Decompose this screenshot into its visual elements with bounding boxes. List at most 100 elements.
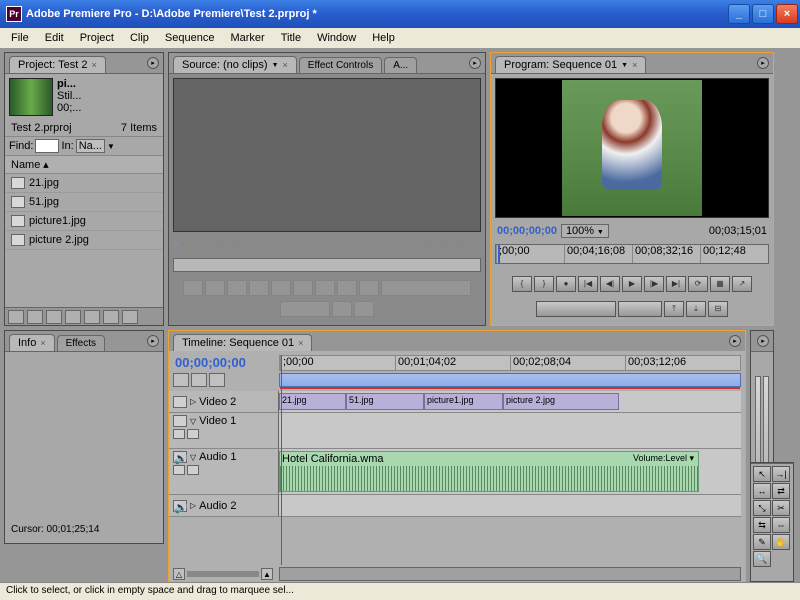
- timeline-clip[interactable]: picture1.jpg: [424, 393, 503, 410]
- pen-tool[interactable]: ✎: [753, 534, 771, 550]
- timeline-clip[interactable]: 21.jpg: [279, 393, 346, 410]
- razor-tool[interactable]: ✂: [772, 500, 790, 516]
- marker-button[interactable]: [227, 280, 247, 296]
- audio-mixer-tab[interactable]: A...: [384, 57, 417, 73]
- close-icon[interactable]: ×: [632, 60, 637, 70]
- timeline-ruler[interactable]: ;00;00 00;01;04;02 00;02;08;04 00;03;12;…: [279, 355, 741, 371]
- safe-margins-button[interactable]: ▦: [710, 276, 730, 292]
- output-button[interactable]: ↗: [732, 276, 752, 292]
- video2-track[interactable]: 21.jpg 51.jpg picture1.jpg picture 2.jpg: [279, 391, 741, 412]
- find-input[interactable]: [35, 139, 59, 153]
- close-icon[interactable]: ×: [298, 338, 303, 348]
- jog-wheel[interactable]: [280, 301, 330, 317]
- minimize-button[interactable]: _: [728, 4, 750, 24]
- track-visibility-toggle[interactable]: [173, 415, 187, 427]
- in-dropdown[interactable]: Na...: [76, 139, 105, 153]
- goto-out-button[interactable]: [337, 280, 357, 296]
- expand-icon[interactable]: ▽: [190, 417, 196, 426]
- audio2-track[interactable]: [279, 495, 741, 516]
- keyframe-button[interactable]: [187, 465, 199, 475]
- close-button[interactable]: ×: [776, 4, 798, 24]
- goto-out-button[interactable]: ▶|: [666, 276, 686, 292]
- effect-controls-tab[interactable]: Effect Controls: [299, 57, 382, 73]
- source-tab[interactable]: Source: (no clips)▼×: [173, 56, 297, 73]
- playhead-icon[interactable]: [498, 245, 500, 263]
- column-name-header[interactable]: Name ▴: [5, 155, 163, 174]
- set-in-button[interactable]: {: [512, 276, 532, 292]
- source-timecode-current[interactable]: 00;00;00;00: [175, 238, 240, 250]
- close-icon[interactable]: ×: [40, 338, 45, 348]
- menu-title[interactable]: Title: [274, 30, 308, 46]
- maximize-button[interactable]: □: [752, 4, 774, 24]
- list-item[interactable]: 21.jpg: [5, 174, 163, 193]
- timeline-clip[interactable]: picture 2.jpg: [503, 393, 619, 410]
- slip-tool[interactable]: ⇆: [753, 517, 771, 533]
- program-timecode-current[interactable]: 00;00;00;00: [497, 225, 557, 237]
- step-back-button[interactable]: [271, 280, 291, 296]
- menu-edit[interactable]: Edit: [38, 30, 71, 46]
- list-view-button[interactable]: [8, 310, 24, 324]
- flyout-icon[interactable]: ▸: [729, 335, 741, 347]
- collapse-icon[interactable]: ▷: [190, 501, 196, 510]
- play-button[interactable]: [293, 280, 313, 296]
- keyframe-button[interactable]: [187, 429, 199, 439]
- zoom-slider[interactable]: [187, 571, 259, 577]
- menu-clip[interactable]: Clip: [123, 30, 156, 46]
- lift-button[interactable]: ⤒: [664, 301, 684, 317]
- zoom-tool[interactable]: 🔍: [753, 551, 771, 567]
- video1-track[interactable]: [279, 413, 741, 448]
- flyout-icon[interactable]: ▸: [147, 57, 159, 69]
- goto-in-button[interactable]: [249, 280, 269, 296]
- close-icon[interactable]: ×: [92, 60, 97, 70]
- collapse-icon[interactable]: ▷: [190, 397, 196, 406]
- loop-button[interactable]: ⟳: [688, 276, 708, 292]
- set-out-button[interactable]: }: [534, 276, 554, 292]
- source-time-ruler[interactable]: [173, 258, 481, 272]
- dropdown-icon[interactable]: ▼: [107, 142, 115, 151]
- jog-wheel[interactable]: [618, 301, 662, 317]
- step-back-button[interactable]: ◀|: [600, 276, 620, 292]
- step-forward-button[interactable]: |▶: [644, 276, 664, 292]
- insert-button[interactable]: [332, 301, 352, 317]
- volume-dropdown[interactable]: Volume:Level ▾: [633, 453, 694, 464]
- overlay-button[interactable]: [354, 301, 374, 317]
- marker-button[interactable]: ●: [556, 276, 576, 292]
- flyout-icon[interactable]: ▸: [757, 57, 769, 69]
- marker-tool-button[interactable]: [209, 373, 225, 387]
- automate-button[interactable]: [46, 310, 62, 324]
- selection-tool[interactable]: ↖: [753, 466, 771, 482]
- new-bin-button[interactable]: [84, 310, 100, 324]
- flyout-icon[interactable]: ▸: [469, 57, 481, 69]
- set-out-button[interactable]: [205, 280, 225, 296]
- menu-help[interactable]: Help: [365, 30, 402, 46]
- list-item[interactable]: picture1.jpg: [5, 212, 163, 231]
- ripple-edit-tool[interactable]: ↔: [753, 483, 771, 499]
- track-select-tool[interactable]: →|: [772, 466, 790, 482]
- dropdown-icon[interactable]: ▼: [621, 62, 628, 69]
- timeline-scrollbar[interactable]: [279, 567, 741, 581]
- info-tab[interactable]: Info×: [9, 334, 55, 351]
- shuttle-slider[interactable]: [381, 280, 471, 296]
- step-forward-button[interactable]: [315, 280, 335, 296]
- zoom-out-button[interactable]: △: [173, 568, 185, 580]
- icon-view-button[interactable]: [27, 310, 43, 324]
- audio1-track[interactable]: Hotel California.wmaVolume:Level ▾: [279, 449, 741, 494]
- find-button[interactable]: [65, 310, 81, 324]
- work-area-bar[interactable]: [279, 373, 741, 387]
- track-style-button[interactable]: [173, 429, 185, 439]
- zoom-in-button[interactable]: ▲: [261, 568, 273, 580]
- rolling-edit-tool[interactable]: ⇄: [772, 483, 790, 499]
- shuttle-slider[interactable]: [536, 301, 616, 317]
- menu-marker[interactable]: Marker: [223, 30, 271, 46]
- project-tab[interactable]: Project: Test 2×: [9, 56, 106, 73]
- goto-in-button[interactable]: |◀: [578, 276, 598, 292]
- menu-project[interactable]: Project: [73, 30, 121, 46]
- slide-tool[interactable]: ⇔: [772, 517, 790, 533]
- timeline-tab[interactable]: Timeline: Sequence 01×: [173, 334, 312, 351]
- zoom-dropdown[interactable]: 100% ▼: [561, 224, 609, 238]
- close-icon[interactable]: ×: [283, 60, 288, 70]
- flyout-icon[interactable]: ▸: [757, 335, 769, 347]
- new-item-button[interactable]: [103, 310, 119, 324]
- track-mute-toggle[interactable]: 🔊: [173, 500, 187, 512]
- timeline-timecode[interactable]: 00;00;00;00: [175, 355, 246, 370]
